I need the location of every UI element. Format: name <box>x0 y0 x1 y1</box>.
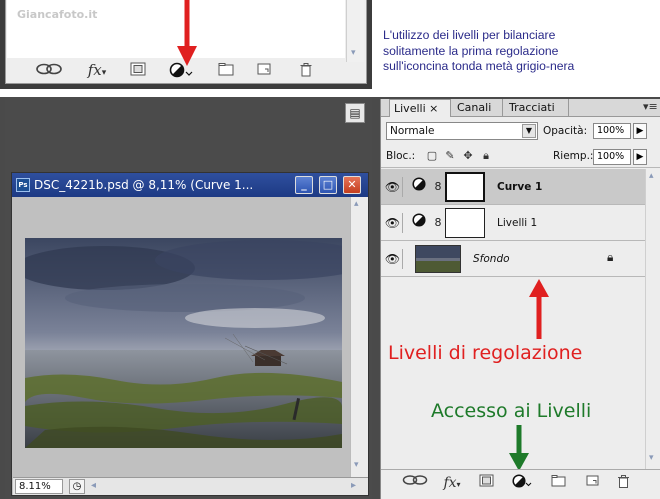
layer-name: Livelli 1 <box>497 217 538 229</box>
minimize-icon[interactable]: _ <box>295 176 313 194</box>
layers-vertical-scrollbar[interactable]: ▴ ▾ <box>645 169 660 469</box>
panel-menu-icon[interactable]: ▾≡ <box>643 100 658 113</box>
scroll-up-icon[interactable]: ▴ <box>649 171 654 181</box>
new-layer-icon[interactable] <box>254 62 274 78</box>
panel-toggle-icon[interactable]: ▤ <box>345 103 365 123</box>
folder-icon[interactable] <box>549 474 567 492</box>
document-title: DSC_4221b.psd @ 8,11% (Curve 1... <box>34 178 254 192</box>
trash-icon[interactable] <box>615 474 631 492</box>
fill-slider-icon[interactable]: ▶ <box>633 149 647 165</box>
photoshop-file-icon: Ps <box>16 178 30 192</box>
eye-icon[interactable]: 👁︎ <box>383 249 403 269</box>
blend-row: Normale ▼ Opacità: 100% ▶ <box>381 120 660 142</box>
link-icon[interactable] <box>34 62 64 78</box>
new-layer-icon[interactable] <box>583 474 601 492</box>
opacity-label: Opacità: <box>543 125 588 137</box>
lock-transparency-icon[interactable]: ▢ <box>425 148 439 164</box>
document-vertical-scrollbar[interactable]: ▴ ▾ <box>350 197 368 477</box>
lock-icon: 🔒︎ <box>607 250 614 264</box>
red-arrow-down-icon <box>177 0 197 66</box>
adjustment-layer-icon <box>411 177 427 197</box>
opacity-slider-icon[interactable]: ▶ <box>633 123 647 139</box>
blend-mode-value: Normale <box>390 125 435 137</box>
layer-mask-thumbnail[interactable] <box>445 172 485 202</box>
layers-access-annotation: Accesso ai Livelli <box>431 400 592 422</box>
close-icon[interactable]: ✕ <box>343 176 361 194</box>
watermark: Giancafoto.it <box>17 8 98 21</box>
panel-tabs: Livelli × Canali Tracciati ▾≡ <box>381 99 660 117</box>
maximize-icon[interactable]: □ <box>319 176 337 194</box>
layer-name: Sfondo <box>473 253 510 265</box>
layer-row-curve-1[interactable]: 👁︎ 8 Curve 1 <box>381 169 645 205</box>
body-paragraph: L'utilizzo dei livelli per bilanciare so… <box>383 28 660 75</box>
scroll-up-icon[interactable]: ▴ <box>354 199 359 209</box>
vertical-scrollbar[interactable]: ▾ <box>346 0 364 62</box>
adjustment-layers-annotation: Livelli di regolazione <box>388 342 583 364</box>
fx-label: fx <box>443 475 457 491</box>
status-info-icon[interactable]: ◷ <box>69 479 85 494</box>
lock-all-icon[interactable]: 🔒︎ <box>479 148 493 164</box>
workspace-area: ▤ Ps DSC_4221b.psd @ 8,11% (Curve 1... _… <box>5 97 372 499</box>
paragraph-line: sull'iconcina tonda metà grigio-nera <box>383 59 575 73</box>
tab-tracciati[interactable]: Tracciati <box>505 99 569 117</box>
layer-name: Curve 1 <box>497 181 543 193</box>
lock-pixels-icon[interactable]: ✎ <box>443 148 457 164</box>
scroll-down-icon[interactable]: ▾ <box>354 460 359 470</box>
blend-mode-select[interactable]: Normale ▼ <box>386 122 538 140</box>
document-title-bar[interactable]: Ps DSC_4221b.psd @ 8,11% (Curve 1... _ □… <box>12 173 368 197</box>
layers-list-area: Giancafoto.it <box>7 0 345 58</box>
lock-row: Bloc.: ▢ ✎ ✥ 🔒︎ Riemp.: 100% ▶ <box>381 144 660 168</box>
eye-icon[interactable]: 👁︎ <box>383 177 403 197</box>
mask-icon[interactable] <box>128 62 148 78</box>
scroll-down-icon[interactable]: ▾ <box>351 48 361 58</box>
fx-label: fx <box>87 61 102 79</box>
lock-label: Bloc.: <box>386 150 416 162</box>
adjustment-layer-icon <box>411 213 427 233</box>
scroll-down-icon[interactable]: ▾ <box>649 453 654 463</box>
adjustment-icon[interactable] <box>511 474 533 492</box>
scroll-left-icon[interactable]: ◂ <box>91 480 96 491</box>
trash-icon[interactable] <box>296 62 316 78</box>
chain-link-icon[interactable]: 8 <box>433 213 443 233</box>
zoom-field[interactable]: 8.11% <box>15 479 63 494</box>
layers-toolbar: fx▾ <box>381 469 660 497</box>
chain-link-icon[interactable]: 8 <box>433 177 443 197</box>
fx-icon[interactable]: fx▾ <box>82 62 112 78</box>
landscape-photo <box>25 238 342 448</box>
tab-canali[interactable]: Canali <box>453 99 503 117</box>
link-icon[interactable] <box>401 474 429 492</box>
lock-position-icon[interactable]: ✥ <box>461 148 475 164</box>
top-panel-screenshot: Giancafoto.it ▾ fx▾ <box>0 0 372 89</box>
fx-icon[interactable]: fx▾ <box>439 474 465 492</box>
tab-livelli[interactable]: Livelli × <box>389 99 451 117</box>
layer-row-sfondo[interactable]: 👁︎ Sfondo 🔒︎ <box>381 241 645 277</box>
layer-mask-thumbnail[interactable] <box>445 208 485 238</box>
red-arrow-up-icon <box>529 279 549 339</box>
chevron-down-icon[interactable]: ▼ <box>522 124 536 138</box>
opacity-field[interactable]: 100% <box>593 123 631 139</box>
mask-icon[interactable] <box>477 474 495 492</box>
paragraph-line: L'utilizzo dei livelli per bilanciare <box>383 28 556 42</box>
fill-field[interactable]: 100% <box>593 149 631 165</box>
fill-label: Riemp.: <box>553 150 594 162</box>
scroll-right-icon[interactable]: ▸ <box>351 480 356 491</box>
layers-panel: Livelli × Canali Tracciati ▾≡ Normale ▼ … <box>380 99 660 499</box>
layer-thumbnail[interactable] <box>415 245 461 273</box>
photoshop-screenshot: ▤ Ps DSC_4221b.psd @ 8,11% (Curve 1... _… <box>0 97 660 499</box>
eye-icon[interactable]: 👁︎ <box>383 213 403 233</box>
paragraph-line: solitamente la prima regolazione <box>383 43 559 58</box>
document-window: Ps DSC_4221b.psd @ 8,11% (Curve 1... _ □… <box>11 172 369 496</box>
green-arrow-down-icon <box>509 425 529 471</box>
layer-row-livelli-1[interactable]: 👁︎ 8 Livelli 1 <box>381 205 645 241</box>
document-status-bar: 8.11% ◷ ◂ ▸ <box>13 477 368 495</box>
folder-icon[interactable] <box>216 62 236 78</box>
canvas-area[interactable] <box>13 197 350 477</box>
